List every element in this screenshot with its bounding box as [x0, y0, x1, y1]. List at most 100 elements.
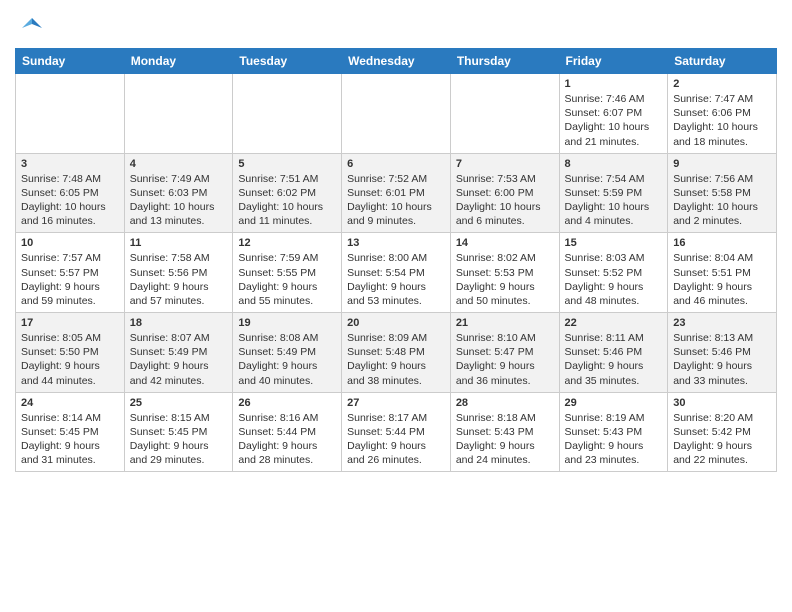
day-number: 17 — [21, 317, 119, 329]
day-number: 15 — [565, 237, 663, 249]
day-info: Sunrise: 8:07 AM — [130, 331, 228, 345]
day-info: Sunset: 5:58 PM — [673, 186, 771, 200]
calendar-week-row: 1Sunrise: 7:46 AMSunset: 6:07 PMDaylight… — [16, 74, 777, 154]
calendar-cell: 20Sunrise: 8:09 AMSunset: 5:48 PMDayligh… — [342, 313, 451, 393]
day-info: Sunset: 5:46 PM — [673, 345, 771, 359]
day-info: Sunrise: 7:58 AM — [130, 251, 228, 265]
calendar-week-row: 10 Sunrise: 7:57 AMSunset: 5:57 PM Dayligh… — [16, 233, 777, 313]
weekday-header-wednesday: Wednesday — [342, 49, 451, 74]
calendar-cell: 18Sunrise: 8:07 AMSunset: 5:49 PMDayligh… — [124, 313, 233, 393]
day-info: Sunset: 5:59 PM — [565, 186, 663, 200]
day-info: Daylight: 9 hours and 53 minutes. — [347, 280, 445, 308]
calendar-cell — [450, 74, 559, 154]
calendar-cell: 6Sunrise: 7:52 AMSunset: 6:01 PMDaylight… — [342, 153, 451, 233]
day-info: Sunset: 5:56 PM — [130, 266, 228, 280]
day-info: Sunrise: 8:14 AM — [21, 411, 119, 425]
day-info: Daylight: 9 hours and 44 minutes. — [21, 359, 119, 387]
day-number: 4 — [130, 158, 228, 170]
day-info: Daylight: 9 hours and 40 minutes. — [238, 359, 336, 387]
day-info: Sunset: 5:45 PM — [21, 425, 119, 439]
day-info: Sunrise: 7:49 AM — [130, 172, 228, 186]
day-info: Sunrise: 8:04 AM — [673, 251, 771, 265]
day-info: Sunrise: 8:03 AM — [565, 251, 663, 265]
calendar-cell: 21Sunrise: 8:10 AMSunset: 5:47 PMDayligh… — [450, 313, 559, 393]
day-info: Sunset: 5:50 PM — [21, 345, 119, 359]
day-info: Sunset: 6:06 PM — [673, 106, 771, 120]
day-info: Daylight: 9 hours and 26 minutes. — [347, 439, 445, 467]
day-number: 29 — [565, 397, 663, 409]
day-info: Sunrise: 8:17 AM — [347, 411, 445, 425]
day-info: Sunset: 5:57 PM — [21, 266, 119, 280]
day-number: 9 — [673, 158, 771, 170]
day-info: Sunrise: 8:19 AM — [565, 411, 663, 425]
day-number: 12 — [238, 237, 336, 249]
day-number: 24 — [21, 397, 119, 409]
day-info: Daylight: 9 hours and 46 minutes. — [673, 280, 771, 308]
calendar-cell: 5Sunrise: 7:51 AMSunset: 6:02 PMDaylight… — [233, 153, 342, 233]
calendar-cell: 22Sunrise: 8:11 AMSunset: 5:46 PMDayligh… — [559, 313, 668, 393]
weekday-header-monday: Monday — [124, 49, 233, 74]
day-info: Daylight: 9 hours and 50 minutes. — [456, 280, 554, 308]
day-info: Sunrise: 7:47 AM — [673, 92, 771, 106]
day-info: Daylight: 10 hours and 16 minutes. — [21, 200, 119, 228]
calendar-cell: 1Sunrise: 7:46 AMSunset: 6:07 PMDaylight… — [559, 74, 668, 154]
calendar-cell: 19Sunrise: 8:08 AMSunset: 5:49 PMDayligh… — [233, 313, 342, 393]
day-info: Daylight: 10 hours and 13 minutes. — [130, 200, 228, 228]
day-info: Sunrise: 7:56 AM — [673, 172, 771, 186]
calendar-cell: 9Sunrise: 7:56 AMSunset: 5:58 PMDaylight… — [668, 153, 777, 233]
calendar-cell: 29Sunrise: 8:19 AMSunset: 5:43 PMDayligh… — [559, 392, 668, 472]
day-info: Daylight: 10 hours and 21 minutes. — [565, 120, 663, 148]
day-info: Sunrise: 8:05 AM — [21, 331, 119, 345]
day-info: Sunset: 6:00 PM — [456, 186, 554, 200]
day-number: 26 — [238, 397, 336, 409]
day-info: Sunset: 6:01 PM — [347, 186, 445, 200]
day-info: Sunset: 5:51 PM — [673, 266, 771, 280]
day-number: 27 — [347, 397, 445, 409]
day-info: Daylight: 9 hours and 28 minutes. — [238, 439, 336, 467]
day-info: Sunset: 5:48 PM — [347, 345, 445, 359]
calendar-cell: 10Sunrise: 7:57 AMSunset: 5:57 PMDayligh… — [16, 233, 125, 313]
day-info: Sunrise: 8:15 AM — [130, 411, 228, 425]
day-number: 10 — [21, 237, 119, 249]
day-number: 8 — [565, 158, 663, 170]
weekday-header-friday: Friday — [559, 49, 668, 74]
calendar-week-row: 24Sunrise: 8:14 AMSunset: 5:45 PMDayligh… — [16, 392, 777, 472]
day-number: 23 — [673, 317, 771, 329]
day-info: Daylight: 9 hours and 38 minutes. — [347, 359, 445, 387]
day-info: Sunset: 5:49 PM — [130, 345, 228, 359]
calendar-cell — [124, 74, 233, 154]
day-info: Sunset: 6:05 PM — [21, 186, 119, 200]
calendar-cell — [16, 74, 125, 154]
day-info: Sunrise: 8:11 AM — [565, 331, 663, 345]
day-info: Daylight: 10 hours and 11 minutes. — [238, 200, 336, 228]
day-info: Sunset: 5:55 PM — [238, 266, 336, 280]
day-info: Daylight: 9 hours and 24 minutes. — [456, 439, 554, 467]
day-info: Daylight: 9 hours and 36 minutes. — [456, 359, 554, 387]
day-info: Daylight: 10 hours and 9 minutes. — [347, 200, 445, 228]
calendar-cell: 2Sunrise: 7:47 AMSunset: 6:06 PMDaylight… — [668, 74, 777, 154]
day-info: Sunrise: 7:54 AM — [565, 172, 663, 186]
day-number: 30 — [673, 397, 771, 409]
day-info: Sunset: 5:53 PM — [456, 266, 554, 280]
day-info: Sunset: 5:49 PM — [238, 345, 336, 359]
day-info: Sunrise: 8:09 AM — [347, 331, 445, 345]
day-info: Sunrise: 7:52 AM — [347, 172, 445, 186]
calendar-cell: 13Sunrise: 8:00 AMSunset: 5:54 PMDayligh… — [342, 233, 451, 313]
day-number: 14 — [456, 237, 554, 249]
day-info: Sunrise: 7:57 AM — [21, 251, 119, 265]
calendar-cell: 12Sunrise: 7:59 AMSunset: 5:55 PMDayligh… — [233, 233, 342, 313]
calendar-cell: 4Sunrise: 7:49 AMSunset: 6:03 PMDaylight… — [124, 153, 233, 233]
calendar-cell: 15 Sunrise: 8:03 AMSunset: 5:52 PMDayligh… — [559, 233, 668, 313]
day-info: Sunrise: 8:08 AM — [238, 331, 336, 345]
day-info: Sunrise: 7:59 AM — [238, 251, 336, 265]
day-info: Sunset: 5:52 PM — [565, 266, 663, 280]
day-info: Daylight: 9 hours and 31 minutes. — [21, 439, 119, 467]
calendar-cell — [233, 74, 342, 154]
calendar-week-row: 3Sunrise: 7:48 AMSunset: 6:05 PMDaylight… — [16, 153, 777, 233]
day-info: Daylight: 10 hours and 6 minutes. — [456, 200, 554, 228]
calendar-cell: 16Sunrise: 8:04 AMSunset: 5:51 PMDayligh… — [668, 233, 777, 313]
day-info: Daylight: 9 hours and 48 minutes. — [565, 280, 663, 308]
day-info: Daylight: 10 hours and 18 minutes. — [673, 120, 771, 148]
calendar-cell: 30Sunrise: 8:20 AMSunset: 5:42 PMDayligh… — [668, 392, 777, 472]
day-info: Sunrise: 8:02 AM — [456, 251, 554, 265]
